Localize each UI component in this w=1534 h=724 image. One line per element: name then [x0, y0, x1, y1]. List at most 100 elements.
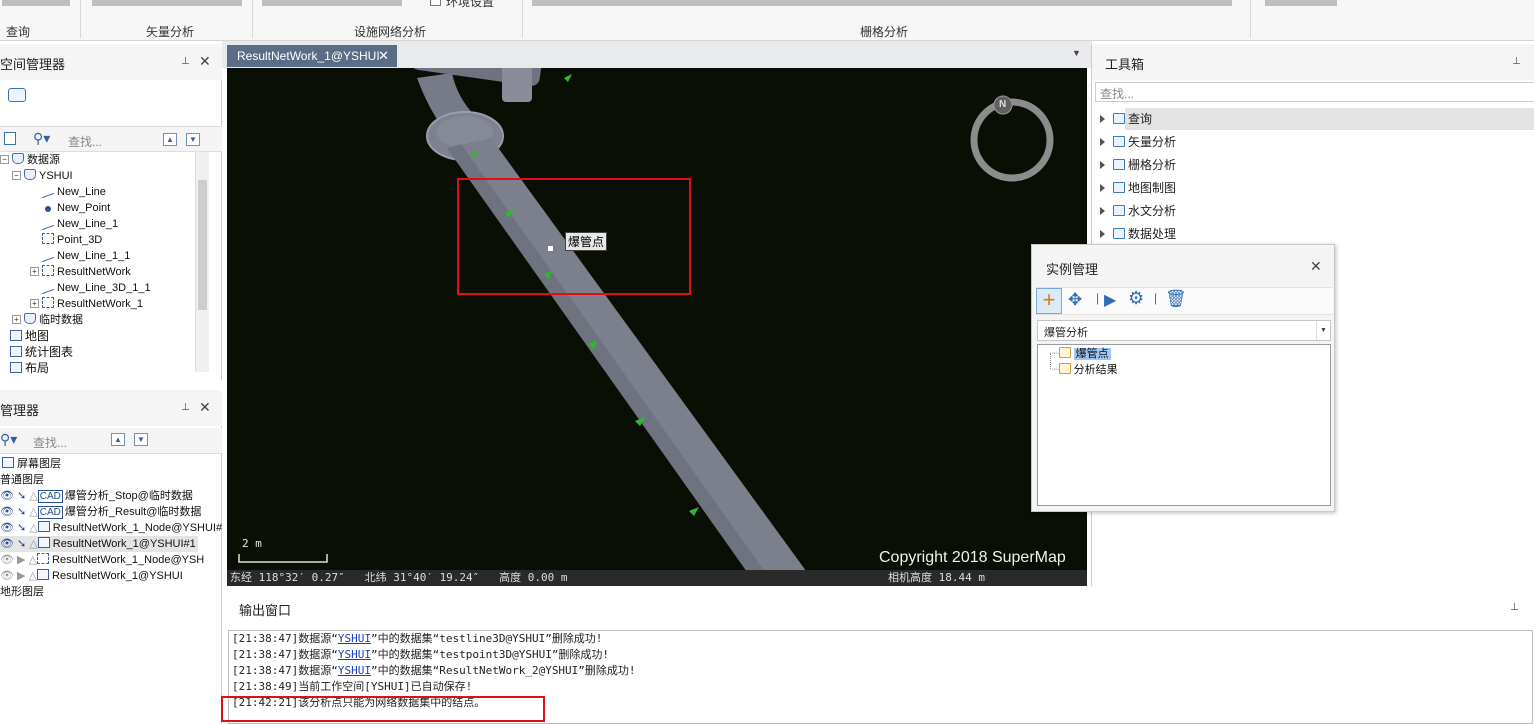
folder-icon	[1113, 113, 1125, 124]
close-icon[interactable]: ✕	[199, 53, 211, 70]
selectable-arrow-icon[interactable]: ➘	[17, 490, 26, 502]
toolbox-item-hydrology[interactable]: 水文分析	[1100, 200, 1176, 222]
layer-down-button[interactable]: ▼	[134, 433, 148, 446]
workspace-icon[interactable]	[8, 88, 26, 102]
expand-arrow-icon[interactable]	[1100, 138, 1105, 146]
visible-eye-icon[interactable]: 👁	[0, 538, 14, 550]
compass-icon[interactable]	[970, 98, 1054, 182]
toolbox-item-data-processing[interactable]: 数据处理	[1100, 223, 1176, 245]
tree-maps[interactable]: 地图	[10, 328, 49, 344]
toolbox-item-query[interactable]: 查询	[1100, 108, 1152, 130]
ribbon-button-fragment[interactable]	[1265, 0, 1337, 6]
visible-eye-icon[interactable]: 👁	[0, 506, 14, 518]
tree-temp-data[interactable]: + 临时数据	[12, 312, 83, 328]
edit-lock-icon[interactable]: △	[29, 554, 37, 566]
layer-row[interactable]: 👁 ▶ △ ResultNetWork_1@YSHUI	[0, 568, 183, 584]
tree-item[interactable]: + ResultNetWork	[30, 264, 131, 280]
open-datasource-icon[interactable]	[4, 132, 16, 145]
selectable-arrow-icon[interactable]: ▶	[17, 570, 25, 582]
tree-ds-yshui[interactable]: − YSHUI	[12, 168, 73, 184]
pin-icon[interactable]: ⊥	[1512, 56, 1521, 67]
expand-arrow-icon[interactable]	[1100, 184, 1105, 192]
expand-arrow-icon[interactable]	[1100, 230, 1105, 238]
edit-lock-icon[interactable]: △	[29, 506, 37, 518]
tree-item[interactable]: + ResultNetWork_1	[30, 296, 143, 312]
search-icon[interactable]: ⚲▾	[33, 130, 50, 147]
toolbox-search-input[interactable]: 查找...	[1095, 82, 1534, 102]
tab-label: ResultNetWork_1@YSHUI	[237, 49, 380, 63]
scroll-up-button[interactable]: ▲	[163, 133, 177, 146]
pin-icon[interactable]: ⊥	[181, 402, 190, 413]
scene-view[interactable]: N 2 m Copyright 2018 SuperMap 爆管点	[227, 68, 1087, 586]
instance-item-burst-point[interactable]: ┈ 爆管点	[1052, 346, 1111, 362]
instance-item-results[interactable]: ┈ 分析结果	[1052, 362, 1118, 378]
layer-up-button[interactable]: ▲	[111, 433, 125, 446]
selectable-arrow-icon[interactable]: ➘	[17, 522, 26, 534]
tree-item[interactable]: New_Line	[42, 182, 106, 200]
visible-eye-icon[interactable]: 👁	[0, 522, 14, 534]
toolbox-item-cartography[interactable]: 地图制图	[1100, 177, 1176, 199]
tab-resultnetwork[interactable]: ResultNetWork_1@YSHUI ✕	[227, 45, 397, 67]
layer-row[interactable]: 👁 ➘ △ ResultNetWork_1_Node@YSHUI#	[0, 520, 222, 536]
close-icon[interactable]: ✕	[199, 399, 211, 416]
screen-layer-node[interactable]: 屏幕图层	[2, 456, 61, 472]
close-icon[interactable]: ✕	[378, 45, 389, 67]
edit-lock-icon[interactable]: △	[29, 570, 37, 582]
tab-dropdown-icon[interactable]: ▼	[1072, 48, 1081, 58]
toolbox-item-raster[interactable]: 栅格分析	[1100, 154, 1176, 176]
expand-arrow-icon[interactable]	[1100, 161, 1105, 169]
toolbox-item-vector[interactable]: 矢量分析	[1100, 131, 1176, 153]
selectable-arrow-icon[interactable]: ➘	[17, 506, 26, 518]
chevron-down-icon[interactable]: ▼	[1316, 321, 1330, 340]
expand-arrow-icon[interactable]	[1100, 115, 1105, 123]
coordinates-readout: 东经 118°32′ 0.27″ 北纬 31°40′ 19.24″ 高度 0.0…	[230, 571, 568, 584]
search-icon[interactable]: ⚲▾	[0, 431, 17, 448]
close-icon[interactable]: ✕	[1310, 258, 1322, 275]
datasource-link[interactable]: YSHUI	[338, 648, 371, 661]
add-instance-button[interactable]: +	[1036, 288, 1062, 314]
workspace-search-input[interactable]: 查找...	[68, 133, 102, 150]
tree-item[interactable]: Point_3D	[42, 232, 102, 248]
layer-row-selected[interactable]: 👁 ➘ △ ResultNetWork_1@YSHUI#1	[0, 536, 198, 552]
tree-charts[interactable]: 统计图表	[10, 344, 73, 360]
delete-trash-icon[interactable]: 🗑	[1165, 289, 1187, 309]
env-settings-checkbox[interactable]	[430, 0, 441, 6]
ribbon-button-fragment[interactable]	[92, 0, 242, 6]
layer-row[interactable]: 👁 ➘ △ CAD 爆管分析_Stop@临时数据	[0, 488, 193, 504]
layer-search-input[interactable]: 查找...	[33, 434, 67, 451]
tree-item[interactable]: New_Point	[42, 200, 110, 216]
selectable-arrow-icon[interactable]: ➘	[17, 538, 26, 550]
workspace-scrollbar[interactable]	[195, 152, 209, 372]
scrollbar-thumb[interactable]	[198, 180, 207, 310]
datasource-link[interactable]: YSHUI	[338, 632, 371, 645]
edit-lock-icon[interactable]: △	[29, 538, 37, 550]
tree-item[interactable]: New_Line_1	[42, 214, 118, 232]
tree-item[interactable]: New_Line_3D_1_1	[42, 278, 151, 296]
ribbon-button-fragment[interactable]	[532, 0, 1232, 6]
edit-lock-icon[interactable]: △	[29, 522, 37, 534]
pin-icon[interactable]: ⊥	[181, 56, 190, 67]
tree-layouts[interactable]: 布局	[10, 360, 49, 376]
ribbon-button-fragment[interactable]	[262, 0, 402, 6]
ribbon-button-fragment[interactable]	[2, 0, 70, 6]
run-button[interactable]: ▶	[1104, 290, 1116, 310]
visible-eye-icon[interactable]: 👁	[0, 490, 14, 502]
cad-layer-icon: CAD	[37, 506, 63, 519]
scroll-down-button[interactable]: ▼	[186, 133, 200, 146]
pin-icon[interactable]: ⊥	[1510, 602, 1519, 613]
datasource-link[interactable]: YSHUI	[338, 664, 371, 677]
terrain-layer-node[interactable]: 地形图层	[0, 584, 44, 600]
normal-layer-node[interactable]: 普通图层	[0, 472, 44, 488]
move-icon[interactable]: ✥	[1068, 290, 1082, 310]
layer-row[interactable]: 👁 ➘ △ CAD 爆管分析_Result@临时数据	[0, 504, 201, 520]
hidden-eye-icon[interactable]: 👁	[0, 554, 14, 566]
instance-select[interactable]: 爆管分析 ▼	[1037, 320, 1331, 341]
expand-arrow-icon[interactable]	[1100, 207, 1105, 215]
hidden-eye-icon[interactable]: 👁	[0, 570, 14, 582]
settings-gear-icon[interactable]: ⚙	[1128, 288, 1144, 309]
selectable-arrow-icon[interactable]: ▶	[17, 554, 25, 566]
tree-datasource-root[interactable]: − 数据源	[0, 152, 60, 168]
edit-lock-icon[interactable]: △	[29, 490, 37, 502]
layer-row[interactable]: 👁 ▶ △ ResultNetWork_1_Node@YSH	[0, 552, 204, 568]
tree-item[interactable]: New_Line_1_1	[42, 246, 130, 264]
